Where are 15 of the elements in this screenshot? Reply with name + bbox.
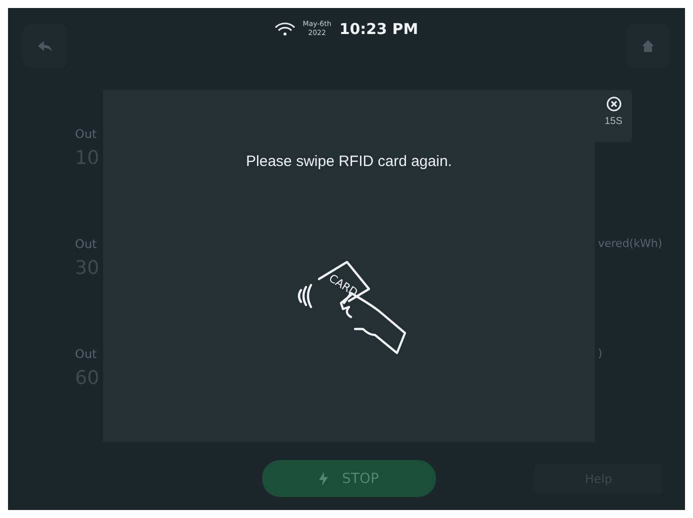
- home-icon: [642, 40, 654, 52]
- field-label: Out: [75, 126, 98, 142]
- wifi-icon: [274, 22, 295, 36]
- field-label: vered(kWh): [598, 236, 664, 252]
- close-button[interactable]: 15S: [595, 90, 632, 142]
- lightning-icon: [319, 472, 328, 486]
- countdown-text: 15S: [604, 116, 622, 127]
- clock-time: 10:23 PM: [339, 20, 418, 38]
- field-label: Out: [75, 236, 98, 252]
- back-arrow-icon: [38, 40, 52, 52]
- close-icon: [606, 96, 622, 112]
- field-label: Out: [75, 346, 98, 362]
- field-label: ): [598, 346, 604, 362]
- stop-button[interactable]: STOP: [262, 460, 436, 497]
- dialog-message: Please swipe RFID card again.: [246, 153, 452, 170]
